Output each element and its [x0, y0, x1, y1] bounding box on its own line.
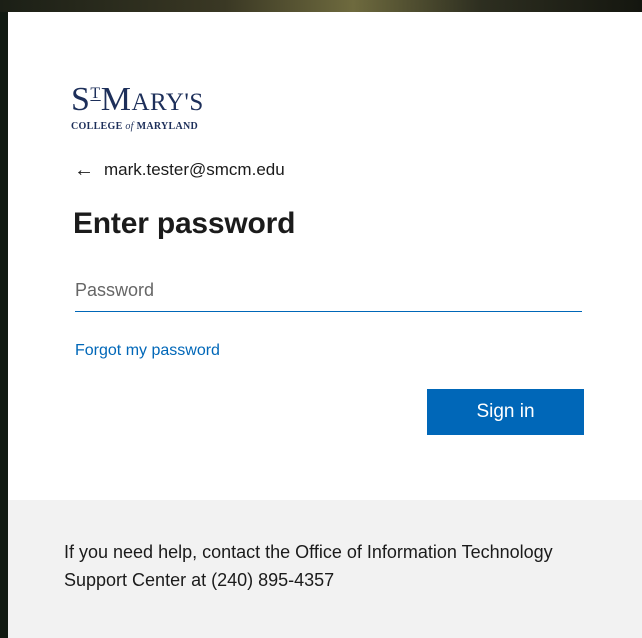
- logo-subtitle: COLLEGE of MARYLAND: [71, 121, 204, 132]
- sign-in-card: STMARY'S COLLEGE of MARYLAND ← mark.test…: [8, 12, 642, 638]
- logo-letter-s: S: [71, 81, 91, 118]
- logo-college-word: COLLEGE: [71, 121, 123, 132]
- logo-maryland-word: MARYLAND: [136, 121, 199, 132]
- password-field-container: [75, 271, 582, 312]
- identity-back-button[interactable]: ← mark.tester@smcm.edu: [74, 158, 285, 182]
- help-text: If you need help, contact the Office of …: [64, 542, 553, 590]
- logo-letter-m: M: [100, 81, 132, 118]
- user-email: mark.tester@smcm.edu: [104, 160, 285, 179]
- logo-of-word: of: [125, 121, 134, 132]
- help-footer: If you need help, contact the Office of …: [8, 500, 642, 638]
- college-logo: STMARY'S COLLEGE of MARYLAND: [71, 76, 204, 133]
- page-title: Enter password: [73, 207, 296, 240]
- password-input[interactable]: [75, 271, 582, 309]
- back-arrow-icon[interactable]: ←: [74, 160, 94, 180]
- logo-letter-t: T: [90, 85, 101, 102]
- forgot-password-link[interactable]: Forgot my password: [75, 342, 220, 360]
- logo-letters-rest: ARY'S: [131, 89, 204, 116]
- logo-wordmark: STMARY'S: [71, 76, 204, 121]
- sign-in-button[interactable]: Sign in: [427, 389, 584, 435]
- window-top-strip: [0, 0, 642, 12]
